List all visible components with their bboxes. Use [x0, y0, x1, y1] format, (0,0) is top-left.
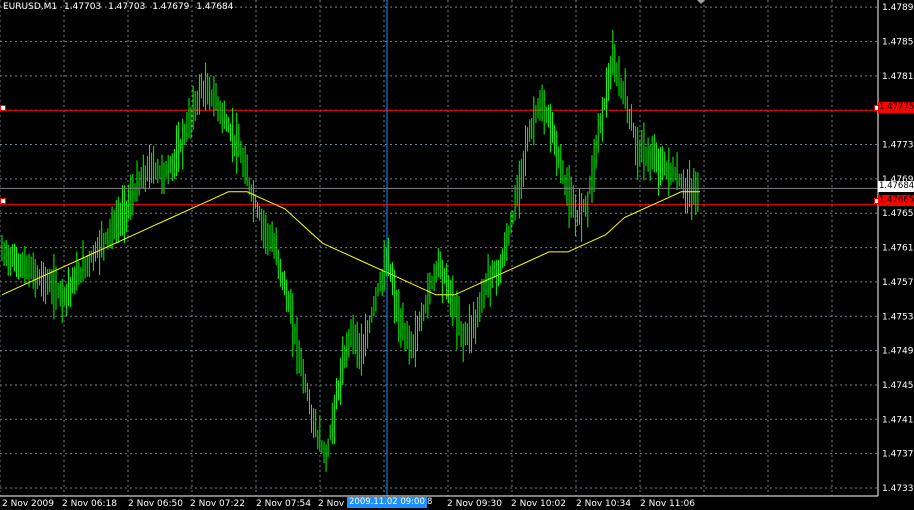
symbol-name: EURUSD,M1 — [3, 2, 58, 12]
price-series — [1, 29, 699, 472]
chart-window[interactable]: 1.47895 1.47855 1.47815 1.47775 1.47735 1.476… — [0, 0, 914, 510]
chart-grid — [0, 0, 878, 496]
price-axis-label: 1.47735 — [882, 141, 914, 151]
symbol-header: EURUSD,M1 1.47703 1.47703 1.47679 1.4768… — [3, 2, 238, 12]
time-axis-label: 2 Nov — [318, 499, 345, 509]
chart-plot[interactable]: 1.47895 1.47855 1.47815 1.47775 1.47735 1.476… — [0, 0, 914, 510]
price-axis-label: 1.47335 — [882, 484, 914, 494]
price-axis-label: 1.47455 — [882, 381, 914, 391]
price-axis-label: 1.47495 — [882, 347, 914, 357]
crosshair-time-suffix: 8 — [427, 497, 433, 507]
low-price: 1.47679 — [152, 2, 190, 12]
hline-handle-left-2[interactable] — [0, 198, 6, 204]
price-axis-label: 1.47415 — [882, 415, 914, 425]
time-axis-label: 2 Nov 07:54 — [256, 499, 311, 509]
price-axis-label: 1.47375 — [882, 450, 914, 460]
time-axis-label: 2 Nov 10:34 — [576, 499, 631, 509]
hline-price-tag: 1.47775 — [878, 102, 914, 113]
hline-price-tag: 1.47665 — [878, 195, 914, 206]
time-axis-label: 2 Nov 06:50 — [128, 499, 183, 509]
price-axis-label: 1.47615 — [882, 244, 914, 254]
price-axis-label: 1.47575 — [882, 278, 914, 288]
close-price: 1.47684 — [196, 2, 234, 12]
moving-average-line — [1, 191, 700, 296]
horizontal-lines — [0, 109, 878, 206]
time-axis-label: 2 Nov 06:18 — [62, 499, 117, 509]
price-axis-label: 1.47855 — [882, 38, 914, 48]
price-axis-label: 1.47655 — [882, 209, 914, 219]
hline-handle-left-1[interactable] — [0, 105, 6, 111]
price-axis-label: 1.47895 — [882, 3, 914, 13]
high-price: 1.47703 — [108, 2, 146, 12]
price-axis-label: 1.47535 — [882, 312, 914, 322]
crosshair-time-label: 2009.11.02 09:00 — [347, 497, 427, 508]
time-axis-label: 2 Nov 11:06 — [640, 499, 695, 509]
crosshair-time-value: 2009.11.02 09:00 — [349, 497, 425, 507]
time-axis-label: 2 Nov 2009 — [2, 499, 54, 509]
time-axis-label: 2 Nov 07:22 — [190, 499, 245, 509]
time-axis-label: 2 Nov 09:30 — [447, 499, 502, 509]
price-axis: 1.478951.478551.478151.477751.477351.476… — [882, 3, 914, 494]
bid-price-tag: 1.47684 — [878, 181, 914, 192]
time-axis-label: 2 Nov 10:02 — [511, 499, 566, 509]
open-price: 1.47703 — [64, 2, 102, 12]
price-axis-label: 1.47815 — [882, 72, 914, 82]
